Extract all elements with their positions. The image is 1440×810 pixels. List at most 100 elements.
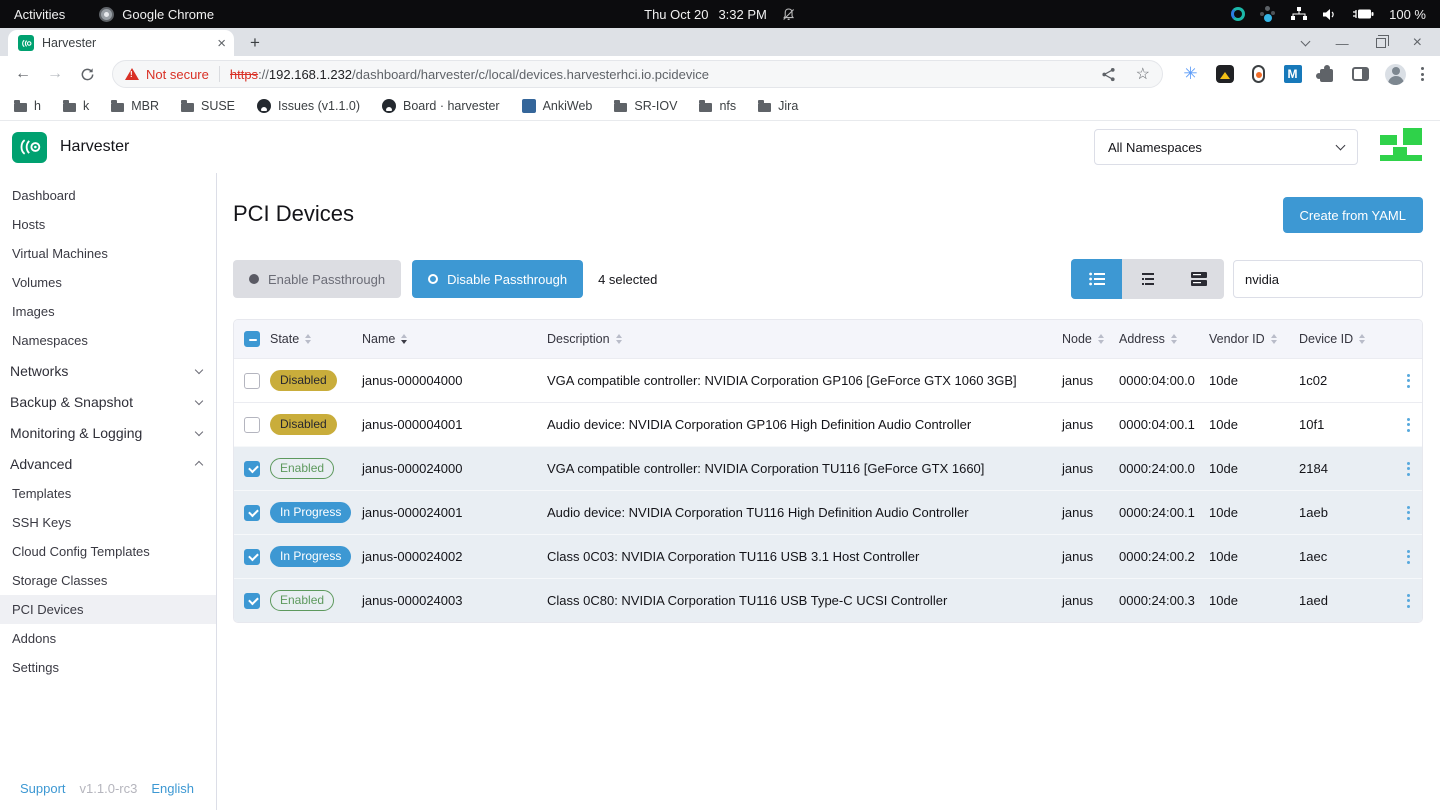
forward-button[interactable]: → [42,61,68,87]
bookmark-item[interactable]: h [14,99,41,113]
view-toggle-tree[interactable] [1122,259,1173,299]
harvester-logo[interactable] [12,132,47,163]
row-menu-kebab[interactable] [1403,546,1414,568]
column-header-address[interactable]: Address [1119,332,1209,346]
column-header-device-id[interactable]: Device ID [1299,332,1394,346]
address-bar[interactable]: Not secure https://192.168.1.232/dashboa… [112,60,1163,88]
side-panel-icon[interactable] [1351,65,1370,84]
sidebar-item[interactable]: Backup & Snapshot [0,386,216,417]
sidebar-item[interactable]: Cloud Config Templates [0,537,216,566]
sidebar-item[interactable]: SSH Keys [0,508,216,537]
search-input[interactable] [1233,260,1423,298]
device-id-cell: 1c02 [1299,373,1394,388]
bookmark-item[interactable]: SR-IOV [614,99,677,113]
disable-passthrough-button[interactable]: Disable Passthrough [412,260,583,298]
sidebar-item[interactable]: Virtual Machines [0,239,216,268]
system-tray[interactable]: 100 % [1231,6,1426,22]
node-cell: janus [1062,593,1119,608]
network-wired-icon [1291,7,1307,21]
sidebar-item[interactable]: PCI Devices [0,595,216,624]
row-checkbox[interactable] [244,417,260,433]
extension-asterisk-icon[interactable]: ✳ [1181,65,1200,84]
reload-button[interactable] [74,61,100,87]
new-tab-button[interactable]: + [242,30,268,56]
description-cell: Audio device: NVIDIA Corporation TU116 H… [547,505,1062,520]
extension-dark-square-icon[interactable] [1215,65,1234,84]
table-row[interactable]: Enabled janus-000024000 VGA compatible c… [234,446,1422,490]
bookmark-item[interactable]: Jira [758,99,798,113]
support-link[interactable]: Support [20,781,66,796]
bookmark-item[interactable]: Issues (v1.1.0) [257,99,360,113]
bookmarks-bar: h k MBR SUSE Issues (v1.1.0) [0,92,1440,121]
url-text[interactable]: https://192.168.1.232/dashboard/harveste… [230,67,1089,82]
view-toggle-list[interactable] [1071,259,1122,299]
column-header-description[interactable]: Description [547,332,1062,346]
extension-oval-icon[interactable] [1249,65,1268,84]
bookmark-item[interactable]: AnkiWeb [522,99,593,113]
column-header-vendor-id[interactable]: Vendor ID [1209,332,1299,346]
row-checkbox[interactable] [244,505,260,521]
bookmark-item[interactable]: SUSE [181,99,235,113]
column-header-name[interactable]: Name [362,332,547,346]
sidebar-item[interactable]: Settings [0,653,216,682]
sidebar-item[interactable]: Namespaces [0,326,216,355]
sidebar-item[interactable]: Volumes [0,268,216,297]
tab-close-button[interactable]: × [217,36,226,51]
extension-m-icon[interactable]: M [1283,65,1302,84]
tab-search-chevron-icon[interactable] [1300,37,1310,47]
bookmark-item[interactable]: nfs [699,99,736,113]
create-from-yaml-button[interactable]: Create from YAML [1283,197,1423,233]
window-close-button[interactable]: × [1413,34,1422,52]
browser-tab-harvester[interactable]: Harvester × [8,30,234,56]
namespace-select[interactable]: All Namespaces [1094,129,1358,165]
row-menu-kebab[interactable] [1403,458,1414,480]
sidebar-item[interactable]: Templates [0,479,216,508]
sidebar-item[interactable]: Advanced [0,448,216,479]
column-header-state[interactable]: State [270,332,362,346]
table-row[interactable]: In Progress janus-000024002 Class 0C03: … [234,534,1422,578]
sidebar-item[interactable]: Images [0,297,216,326]
sidebar-item[interactable]: Storage Classes [0,566,216,595]
sidebar-item-label: Cloud Config Templates [12,544,150,559]
sidebar-item[interactable]: Dashboard [0,181,216,210]
sidebar-item[interactable]: Addons [0,624,216,653]
row-menu-kebab[interactable] [1403,370,1414,392]
sort-icon [305,334,311,344]
clock-menu[interactable]: Thu Oct 20 3:32 PM [644,7,796,22]
table-row[interactable]: Enabled janus-000024003 Class 0C80: NVID… [234,578,1422,622]
window-minimize-button[interactable]: — [1336,36,1349,51]
view-toggle-cards[interactable] [1173,259,1224,299]
row-checkbox[interactable] [244,373,260,389]
focused-app-indicator[interactable]: Google Chrome [99,7,214,22]
profile-avatar[interactable] [1385,64,1406,85]
row-checkbox[interactable] [244,593,260,609]
row-menu-kebab[interactable] [1403,502,1414,524]
bookmark-item[interactable]: k [63,99,89,113]
sidebar-item[interactable]: Monitoring & Logging [0,417,216,448]
share-icon[interactable] [1101,67,1116,82]
bookmark-item[interactable]: MBR [111,99,159,113]
table-row[interactable]: In Progress janus-000024001 Audio device… [234,490,1422,534]
window-restore-button[interactable] [1376,38,1386,48]
language-link[interactable]: English [151,781,194,796]
row-menu-kebab[interactable] [1403,590,1414,612]
rancher-logo[interactable] [1380,128,1422,166]
column-header-node[interactable]: Node [1062,332,1119,346]
sidebar-item[interactable]: Hosts [0,210,216,239]
description-cell: Class 0C03: NVIDIA Corporation TU116 USB… [547,549,1062,564]
activities-button[interactable]: Activities [14,7,65,22]
table-row[interactable]: Disabled janus-000004000 VGA compatible … [234,358,1422,402]
row-checkbox[interactable] [244,549,260,565]
bookmark-item[interactable]: Board · harvester [382,99,500,113]
back-button[interactable]: ← [10,61,36,87]
browser-menu-button[interactable] [1421,67,1424,81]
select-all-checkbox[interactable] [244,331,260,347]
bookmark-star-icon[interactable]: ☆ [1136,64,1150,84]
enable-passthrough-button[interactable]: Enable Passthrough [233,260,401,298]
extensions-puzzle-icon[interactable] [1317,65,1336,84]
row-menu-kebab[interactable] [1403,414,1414,436]
sidebar-item[interactable]: Networks [0,355,216,386]
state-badge: In Progress [270,546,351,567]
table-row[interactable]: Disabled janus-000004001 Audio device: N… [234,402,1422,446]
row-checkbox[interactable] [244,461,260,477]
